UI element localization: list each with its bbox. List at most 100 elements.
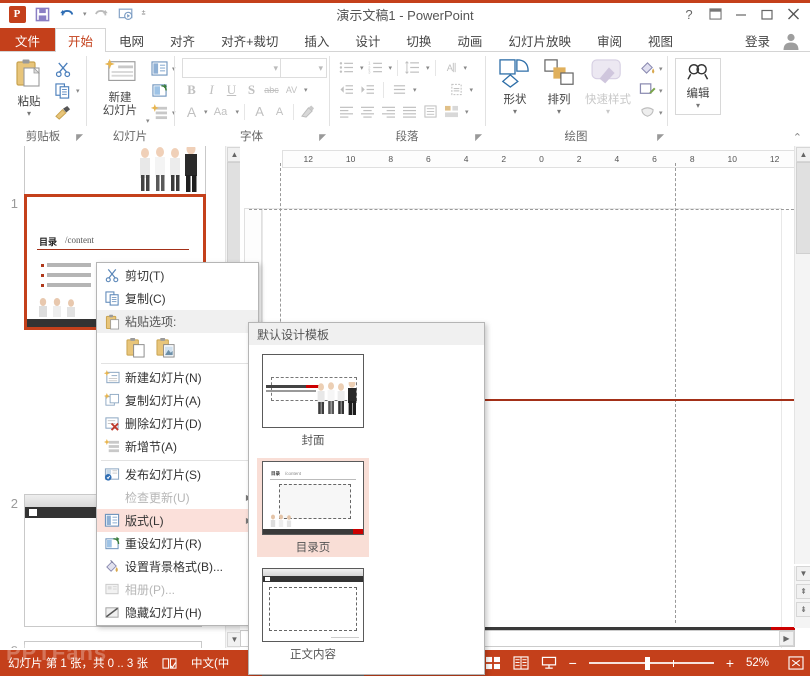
align-center-button[interactable] — [358, 102, 377, 121]
italic-button[interactable]: I — [202, 80, 221, 99]
menu-item-publish-slide[interactable]: 发布幻灯片(S) — [97, 463, 258, 486]
normal-view-icon[interactable] — [485, 656, 501, 670]
quick-styles-dropdown-icon[interactable]: ▾ — [606, 107, 610, 116]
cut-button[interactable] — [52, 59, 74, 79]
numbering-dropdown-icon[interactable]: ▾ — [389, 64, 393, 72]
columns-button[interactable] — [390, 80, 409, 99]
character-spacing-dropdown-icon[interactable]: ▾ — [304, 86, 308, 94]
font-name-input[interactable]: ▾ — [182, 58, 282, 78]
slide-sorter-icon[interactable] — [513, 656, 529, 670]
paste-dropdown-icon[interactable]: ▾ — [27, 109, 31, 118]
paste-picture-icon[interactable] — [155, 336, 177, 358]
editor-vertical-scrollbar[interactable]: ▲ — [794, 146, 810, 564]
align-text-button[interactable] — [447, 80, 466, 99]
menu-item-hide-slide[interactable]: 隐藏幻灯片(H) — [97, 601, 258, 624]
editing-dropdown-icon[interactable]: ▾ — [696, 101, 700, 110]
change-case-dropdown-icon[interactable]: ▾ — [236, 108, 240, 116]
horizontal-ruler[interactable]: 12 10 8 6 4 2 0 2 4 6 8 10 12 — [282, 150, 801, 168]
copy-button[interactable] — [52, 81, 74, 101]
menu-item-add-section[interactable]: 新增节(A) — [97, 435, 258, 458]
language-indicator[interactable]: 中文(中 — [191, 655, 229, 671]
collapse-ribbon-icon[interactable]: ⌃ — [793, 131, 802, 144]
zoom-in-button[interactable]: + — [726, 655, 734, 671]
tab-align-crop[interactable]: 对齐+裁切 — [208, 28, 291, 52]
convert-smartart-dropdown-icon[interactable]: ▾ — [465, 108, 469, 116]
font-size-input[interactable]: ▾ — [280, 58, 327, 78]
align-text-dropdown-icon[interactable]: ▾ — [470, 86, 474, 94]
shape-effects-dropdown-icon[interactable]: ▾ — [659, 109, 663, 117]
text-shadow-button[interactable]: S — [242, 80, 261, 99]
shape-outline-dropdown-icon[interactable]: ▾ — [659, 87, 663, 95]
editor-scroll-down-button[interactable]: ▼ — [796, 566, 810, 581]
tab-animations[interactable]: 动画 — [444, 28, 495, 52]
convert-smartart-button[interactable] — [442, 102, 461, 121]
clear-formatting-button[interactable] — [298, 102, 317, 121]
editor-scroll-up-button[interactable]: ▲ — [796, 147, 810, 162]
tab-align[interactable]: 对齐 — [157, 28, 208, 52]
arrange-button[interactable]: 排列 ▾ — [537, 58, 581, 117]
increase-indent-button[interactable] — [358, 80, 377, 99]
clipboard-dialog-launcher[interactable]: ◤ — [76, 132, 83, 143]
scroll-right-button[interactable]: ▶ — [779, 631, 794, 646]
bold-button[interactable]: B — [182, 80, 201, 99]
shape-fill-button[interactable] — [637, 58, 657, 78]
tab-view[interactable]: 视图 — [635, 28, 686, 52]
reset-slide-button[interactable] — [148, 80, 170, 100]
ribbon-display-options-icon[interactable] — [702, 4, 728, 24]
minimize-icon[interactable] — [728, 4, 754, 24]
line-spacing-button[interactable] — [403, 58, 422, 77]
line-spacing-dropdown-icon[interactable]: ▾ — [426, 64, 430, 72]
context-menu[interactable]: 剪切(T) 复制(C) 粘贴选项: — [96, 262, 259, 626]
tab-transitions[interactable]: 切换 — [393, 28, 444, 52]
bullets-button[interactable] — [337, 58, 356, 77]
close-icon[interactable] — [780, 4, 806, 24]
change-case-button[interactable]: Aa — [209, 102, 233, 121]
shape-outline-button[interactable] — [637, 80, 657, 100]
justify-button[interactable] — [400, 102, 419, 121]
zoom-out-button[interactable]: − — [569, 655, 577, 671]
list-item[interactable] — [0, 146, 206, 200]
align-right-button[interactable] — [379, 102, 398, 121]
layout-option-thanks[interactable]: 谢谢！ Thank You! 致谢页 — [257, 672, 369, 676]
align-left-button[interactable] — [337, 102, 356, 121]
menu-item-new-slide[interactable]: 新建幻灯片(N) — [97, 366, 258, 389]
next-slide-button[interactable]: ⇟ — [796, 602, 810, 617]
slide-thumbnail-3[interactable]: 谢谢！ Thank You! — [24, 641, 202, 648]
tab-slideshow[interactable]: 幻灯片放映 — [495, 28, 584, 52]
quick-styles-button[interactable]: 快速样式 ▾ — [581, 58, 635, 117]
maximize-icon[interactable] — [754, 4, 780, 24]
layout-option-cover[interactable]: 封面 — [257, 351, 369, 450]
menu-item-layout[interactable]: 版式(L) ▶ — [97, 509, 258, 532]
tab-grid[interactable]: 电网 — [106, 28, 157, 52]
zoom-slider-handle[interactable] — [645, 657, 650, 670]
bullets-dropdown-icon[interactable]: ▾ — [360, 64, 364, 72]
shape-effects-button[interactable] — [637, 102, 657, 122]
columns-dropdown-icon[interactable]: ▾ — [413, 86, 417, 94]
sign-in-button[interactable]: 登录 — [745, 28, 770, 52]
layout-button[interactable] — [148, 58, 170, 78]
reading-view-icon[interactable] — [541, 656, 557, 670]
zoom-level-label[interactable]: 52% — [746, 657, 776, 669]
help-icon[interactable]: ? — [676, 4, 702, 24]
layout-option-body[interactable]: 正文内容 — [257, 565, 369, 664]
fit-slide-icon[interactable] — [788, 656, 804, 670]
font-dialog-launcher[interactable]: ◤ — [319, 132, 326, 143]
font-color-button[interactable]: A — [182, 102, 201, 121]
menu-item-format-background[interactable]: 设置背景格式(B)... — [97, 555, 258, 578]
numbering-button[interactable]: 123 — [366, 58, 385, 77]
grow-font-button[interactable]: A — [250, 102, 269, 121]
shapes-dropdown-icon[interactable]: ▾ — [513, 107, 517, 116]
paste-keep-source-icon[interactable] — [125, 336, 147, 358]
avatar[interactable] — [778, 29, 804, 53]
arrange-dropdown-icon[interactable]: ▾ — [557, 107, 561, 116]
drawing-dialog-launcher[interactable]: ◤ — [657, 132, 664, 143]
editor-scroll-thumb[interactable] — [796, 162, 810, 254]
menu-item-duplicate-slide[interactable]: 复制幻灯片(A) — [97, 389, 258, 412]
text-columns-button[interactable] — [421, 102, 440, 121]
menu-item-reset-slide[interactable]: 重设幻灯片(R) — [97, 532, 258, 555]
slide-thumbnail-cover[interactable] — [24, 146, 206, 200]
paragraph-dialog-launcher[interactable]: ◤ — [475, 132, 482, 143]
copy-dropdown-icon[interactable]: ▾ — [76, 87, 80, 95]
proofing-icon[interactable] — [162, 657, 177, 670]
text-direction-dropdown-icon[interactable]: ▾ — [464, 64, 468, 72]
